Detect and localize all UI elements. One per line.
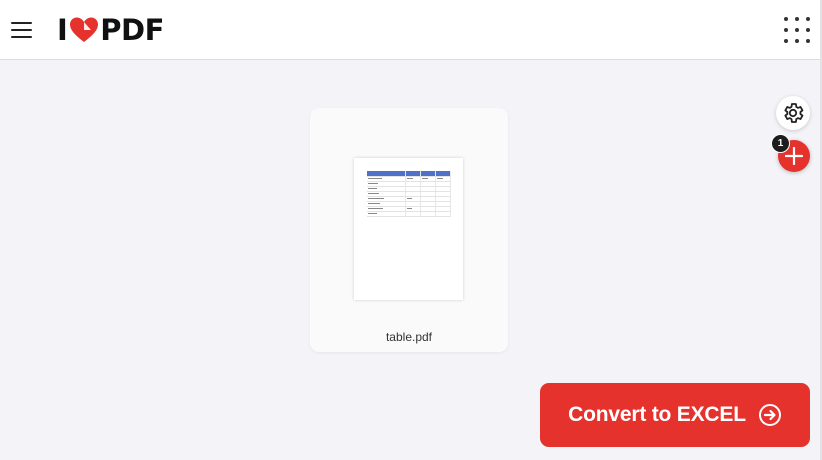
thumbnail-table-preview: [367, 171, 451, 217]
file-count-badge: 1: [771, 134, 790, 153]
logo-prefix: I: [57, 13, 68, 47]
pdf-thumbnail: [354, 158, 463, 300]
heart-icon: [70, 17, 99, 42]
top-header: I PDF: [0, 0, 820, 60]
logo-suffix: PDF: [100, 13, 164, 47]
settings-button[interactable]: [776, 96, 810, 130]
apps-grid-icon[interactable]: [784, 17, 810, 43]
ilovepdf-logo[interactable]: I PDF: [57, 13, 164, 47]
gear-icon: [784, 103, 804, 123]
file-name: table.pdf: [385, 330, 433, 344]
convert-to-excel-button[interactable]: Convert to EXCEL: [540, 383, 810, 447]
hamburger-menu-icon[interactable]: [11, 22, 32, 38]
convert-button-label: Convert to EXCEL: [568, 403, 746, 426]
file-card[interactable]: table.pdf: [310, 108, 508, 352]
arrow-right-circle-icon: [758, 404, 781, 426]
